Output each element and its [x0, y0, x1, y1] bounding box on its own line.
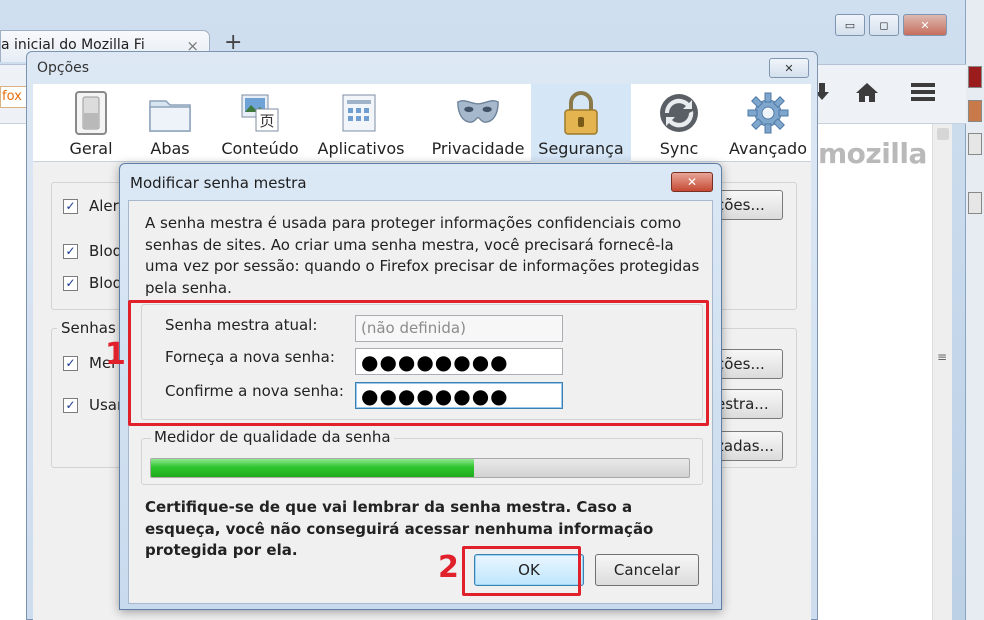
minimize-icon: ▭: [844, 18, 856, 32]
tab-label: Sync: [659, 139, 699, 158]
sync-icon: [657, 91, 701, 135]
tab-label: Avançado: [729, 139, 807, 158]
mozilla-brand: mozilla: [818, 137, 927, 170]
folder-icon: [148, 91, 192, 135]
dialog-description: A senha mestra é usada para proteger inf…: [145, 214, 700, 297]
maximize-icon: ◻: [879, 18, 889, 32]
checkbox-block-2-label: Bloq: [89, 274, 123, 292]
padlock-icon: [559, 91, 603, 135]
address-bar-fragment[interactable]: fox: [0, 86, 27, 108]
tab-aplicativos[interactable]: Aplicativos: [311, 84, 411, 162]
side-color-strip: [966, 0, 984, 620]
tab-privacidade[interactable]: Privacidade: [428, 84, 528, 162]
scroll-up-icon[interactable]: [937, 128, 949, 140]
checkbox-block-1[interactable]: ✓: [63, 244, 78, 259]
checkbox-block-1-label: Bloq: [89, 242, 123, 260]
switch-icon: [69, 91, 113, 135]
minimize-button[interactable]: ▭: [835, 14, 865, 36]
tab-abas[interactable]: Abas: [120, 84, 220, 162]
annotation-number-2: 2: [438, 550, 459, 585]
window-controls: ▭ ◻ ✕: [835, 14, 947, 36]
color-swatch: [968, 100, 982, 122]
window-close-button[interactable]: ✕: [903, 14, 947, 36]
annotation-box-2: [462, 546, 581, 596]
color-swatch: [968, 66, 982, 88]
close-icon: ✕: [784, 61, 794, 75]
tab-label: Privacidade: [431, 139, 525, 158]
checkbox-alert-label: Aler: [89, 197, 119, 215]
close-icon: ✕: [686, 175, 698, 189]
menu-icon[interactable]: [910, 81, 936, 109]
tab-label: Conteúdo: [221, 139, 299, 158]
page-scrollbar[interactable]: ≡: [932, 124, 952, 620]
checkbox-alert[interactable]: ✓: [63, 199, 78, 214]
tab-label: Aplicativos: [317, 139, 405, 158]
home-icon[interactable]: [855, 81, 879, 109]
quality-meter-bar: [150, 458, 690, 478]
checkbox-remember-passwords[interactable]: ✓: [63, 356, 78, 371]
quality-meter-label: Medidor de qualidade da senha: [151, 428, 394, 446]
tab-label: Segurança: [538, 139, 624, 158]
tab-label: Abas: [150, 139, 190, 158]
color-swatch: [968, 192, 982, 214]
quality-meter-fill: [151, 459, 474, 477]
tab-avancado[interactable]: Avançado: [718, 84, 818, 162]
checkbox-block-2[interactable]: ✓: [63, 276, 78, 291]
tab-conteudo[interactable]: 页 Conteúdo: [210, 84, 310, 162]
maximize-button[interactable]: ◻: [869, 14, 899, 36]
dialog-title: Modificar senha mestra: [130, 174, 307, 192]
annotation-number-1: 1: [105, 337, 126, 372]
applications-icon: [339, 91, 383, 135]
tab-seguranca[interactable]: Segurança: [531, 84, 631, 162]
cancel-button[interactable]: Cancelar: [595, 554, 699, 586]
options-close-button[interactable]: ✕: [769, 58, 809, 78]
passwords-section-label: Senhas: [57, 319, 120, 337]
warning-text: Certifique-se de que vai lembrar da senh…: [145, 498, 654, 559]
dialog-close-button[interactable]: ✕: [671, 172, 713, 192]
svg-text:页: 页: [259, 112, 274, 130]
tab-sync[interactable]: Sync: [629, 84, 729, 162]
annotation-box-1: [128, 300, 709, 426]
color-swatch: [968, 133, 982, 155]
content-icon: 页: [238, 91, 282, 135]
checkbox-use-master[interactable]: ✓: [63, 398, 78, 413]
options-title: Opções: [37, 60, 90, 76]
scroll-grip-icon[interactable]: ≡: [937, 350, 947, 364]
close-icon: ✕: [920, 18, 930, 32]
options-toolbar: Geral Abas 页 Conteúdo Aplicativos Privac…: [33, 84, 811, 162]
gear-icon: [746, 91, 790, 135]
mask-icon: [456, 91, 500, 135]
